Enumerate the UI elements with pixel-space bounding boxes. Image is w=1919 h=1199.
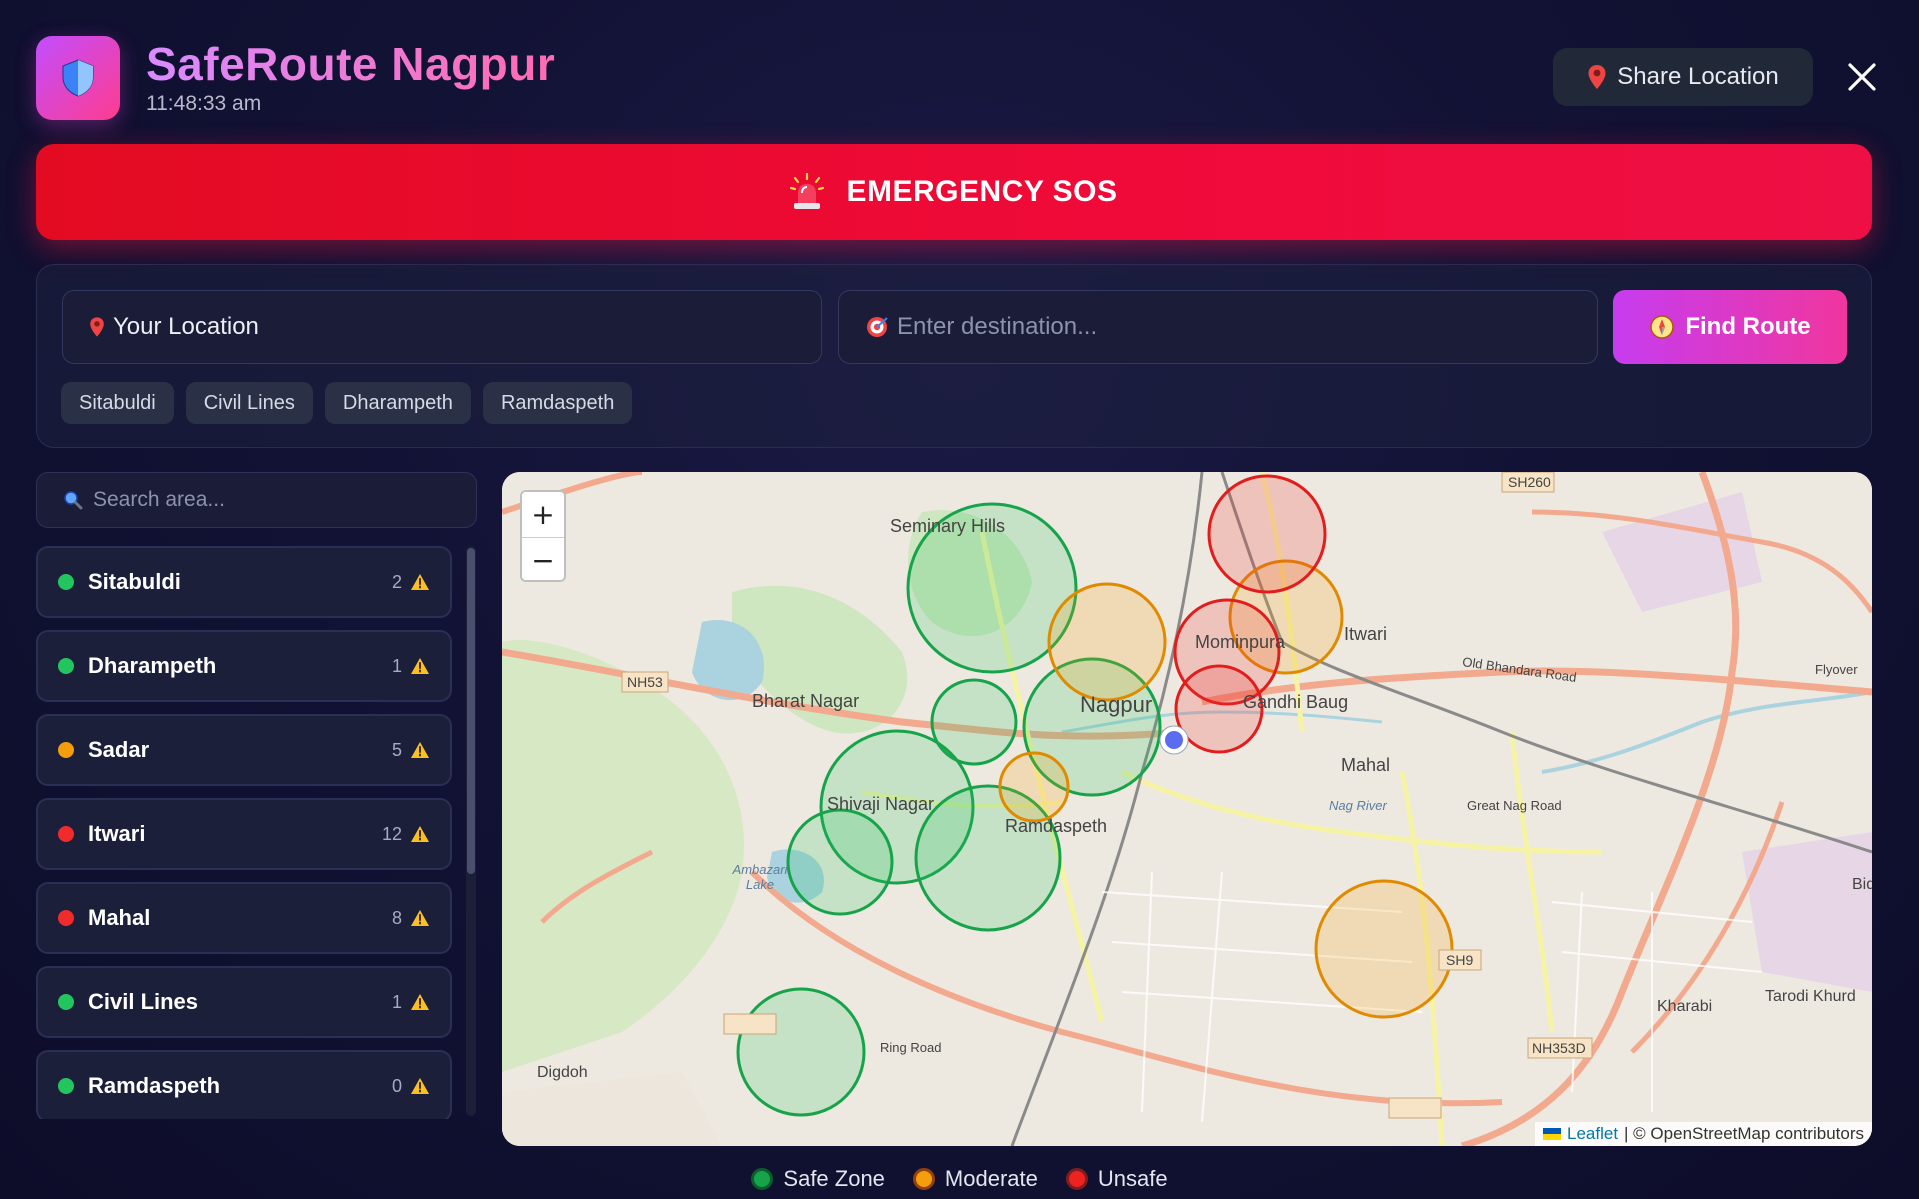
status-dot [58, 994, 74, 1010]
search-icon [64, 491, 83, 510]
emergency-sos-button[interactable]: EMERGENCY SOS [36, 144, 1872, 240]
incident-count: 0 [391, 1075, 402, 1096]
status-dot [58, 826, 74, 842]
warning-icon [411, 994, 429, 1010]
area-name: Itwari [88, 821, 146, 846]
status-dot [58, 910, 74, 926]
legend-swatch [751, 1168, 774, 1190]
status-dot [58, 574, 74, 590]
area-item-dharampeth[interactable]: Dharampeth 1 [36, 630, 452, 702]
zoom-in-button[interactable]: + [522, 492, 564, 537]
incident-count: 1 [391, 991, 402, 1012]
area-list-scroll-thumb[interactable] [467, 548, 475, 874]
route-planner: Your Location Enter destination... Find … [36, 264, 1872, 448]
warning-icon [411, 742, 429, 758]
incident-count: 12 [381, 823, 402, 844]
warning-icon [411, 658, 429, 674]
map-legend: Safe Zone Moderate Unsafe [0, 1166, 1919, 1192]
leaflet-link[interactable]: Leaflet [1567, 1124, 1618, 1144]
area-name: Sitabuldi [88, 569, 181, 594]
zoom-control: + − [520, 490, 566, 582]
emergency-sos-label: EMERGENCY SOS [846, 175, 1118, 208]
app-header: SafeRoute Nagpur 11:48:33 am Share Locat… [36, 36, 1883, 122]
target-icon [867, 317, 888, 337]
chip-dharampeth[interactable]: Dharampeth [324, 382, 471, 424]
destination-placeholder: Enter destination... [897, 313, 1098, 340]
incident-count: 1 [391, 655, 402, 676]
legend-label: Safe Zone [783, 1166, 885, 1191]
incident-count: 2 [391, 571, 402, 592]
legend-label: Unsafe [1097, 1166, 1168, 1191]
legend-swatch [1065, 1168, 1088, 1190]
quick-destinations: Sitabuldi Civil Lines Dharampeth Ramdasp… [61, 382, 633, 424]
area-search-input[interactable]: Search area... [36, 472, 477, 528]
zoom-out-button[interactable]: − [522, 537, 564, 580]
find-route-button[interactable]: Find Route [1613, 290, 1847, 364]
chip-sitabuldi[interactable]: Sitabuldi [61, 382, 174, 424]
incident-count: 8 [391, 907, 402, 928]
area-name: Ramdaspeth [88, 1073, 221, 1098]
legend-safe: Safe Zone [751, 1166, 885, 1192]
area-name: Sadar [88, 737, 150, 762]
map-attribution: Leaflet | © OpenStreetMap contributors [1535, 1122, 1872, 1146]
close-button[interactable] [1841, 56, 1883, 98]
area-item-ramdaspeth[interactable]: Ramdaspeth 0 [36, 1050, 452, 1119]
siren-icon [790, 173, 825, 209]
incident-count: 5 [391, 739, 402, 760]
ukraine-flag-icon [1543, 1128, 1561, 1140]
app-title: SafeRoute Nagpur [146, 38, 556, 90]
area-search-placeholder: Search area... [93, 488, 225, 511]
area-name: Mahal [88, 905, 151, 930]
close-icon [1848, 63, 1876, 91]
legend-unsafe: Unsafe [1065, 1166, 1168, 1192]
area-list: Sitabuldi 2 Dharampeth 1 Sadar 5 Itwari … [36, 546, 452, 1119]
clock-time: 11:48:33 am [146, 92, 262, 115]
area-item-civil-lines[interactable]: Civil Lines 1 [36, 966, 452, 1038]
shield-icon [62, 59, 94, 97]
legend-moderate: Moderate [912, 1166, 1038, 1192]
pin-icon [1588, 65, 1606, 89]
origin-field[interactable]: Your Location [62, 290, 822, 364]
area-item-itwari[interactable]: Itwari 12 [36, 798, 452, 870]
attribution-text: | © OpenStreetMap contributors [1624, 1124, 1864, 1143]
warning-icon [411, 574, 429, 590]
app-logo [36, 36, 120, 120]
chip-ramdaspeth[interactable]: Ramdaspeth [482, 382, 633, 424]
pin-icon [90, 317, 104, 337]
warning-icon [411, 1078, 429, 1094]
status-dot [58, 1078, 74, 1094]
chip-civil-lines[interactable]: Civil Lines [185, 382, 313, 424]
status-dot [58, 742, 74, 758]
compass-icon [1650, 315, 1675, 339]
area-name: Dharampeth [88, 653, 217, 678]
destination-input[interactable]: Enter destination... [838, 290, 1598, 364]
area-item-sitabuldi[interactable]: Sitabuldi 2 [36, 546, 452, 618]
map-view[interactable]: Seminary Hills Bharat Nagar Nagpur Momin… [502, 472, 1872, 1146]
warning-icon [411, 910, 429, 926]
warning-icon [411, 826, 429, 842]
map-tiles [502, 472, 1872, 1146]
area-name: Civil Lines [88, 989, 199, 1014]
legend-label: Moderate [944, 1166, 1038, 1191]
area-item-sadar[interactable]: Sadar 5 [36, 714, 452, 786]
find-route-label: Find Route [1685, 313, 1811, 340]
status-dot [58, 658, 74, 674]
area-item-mahal[interactable]: Mahal 8 [36, 882, 452, 954]
share-location-button[interactable]: Share Location [1553, 48, 1813, 106]
share-location-label: Share Location [1617, 63, 1779, 90]
origin-value: Your Location [113, 313, 259, 340]
legend-swatch [912, 1168, 935, 1190]
